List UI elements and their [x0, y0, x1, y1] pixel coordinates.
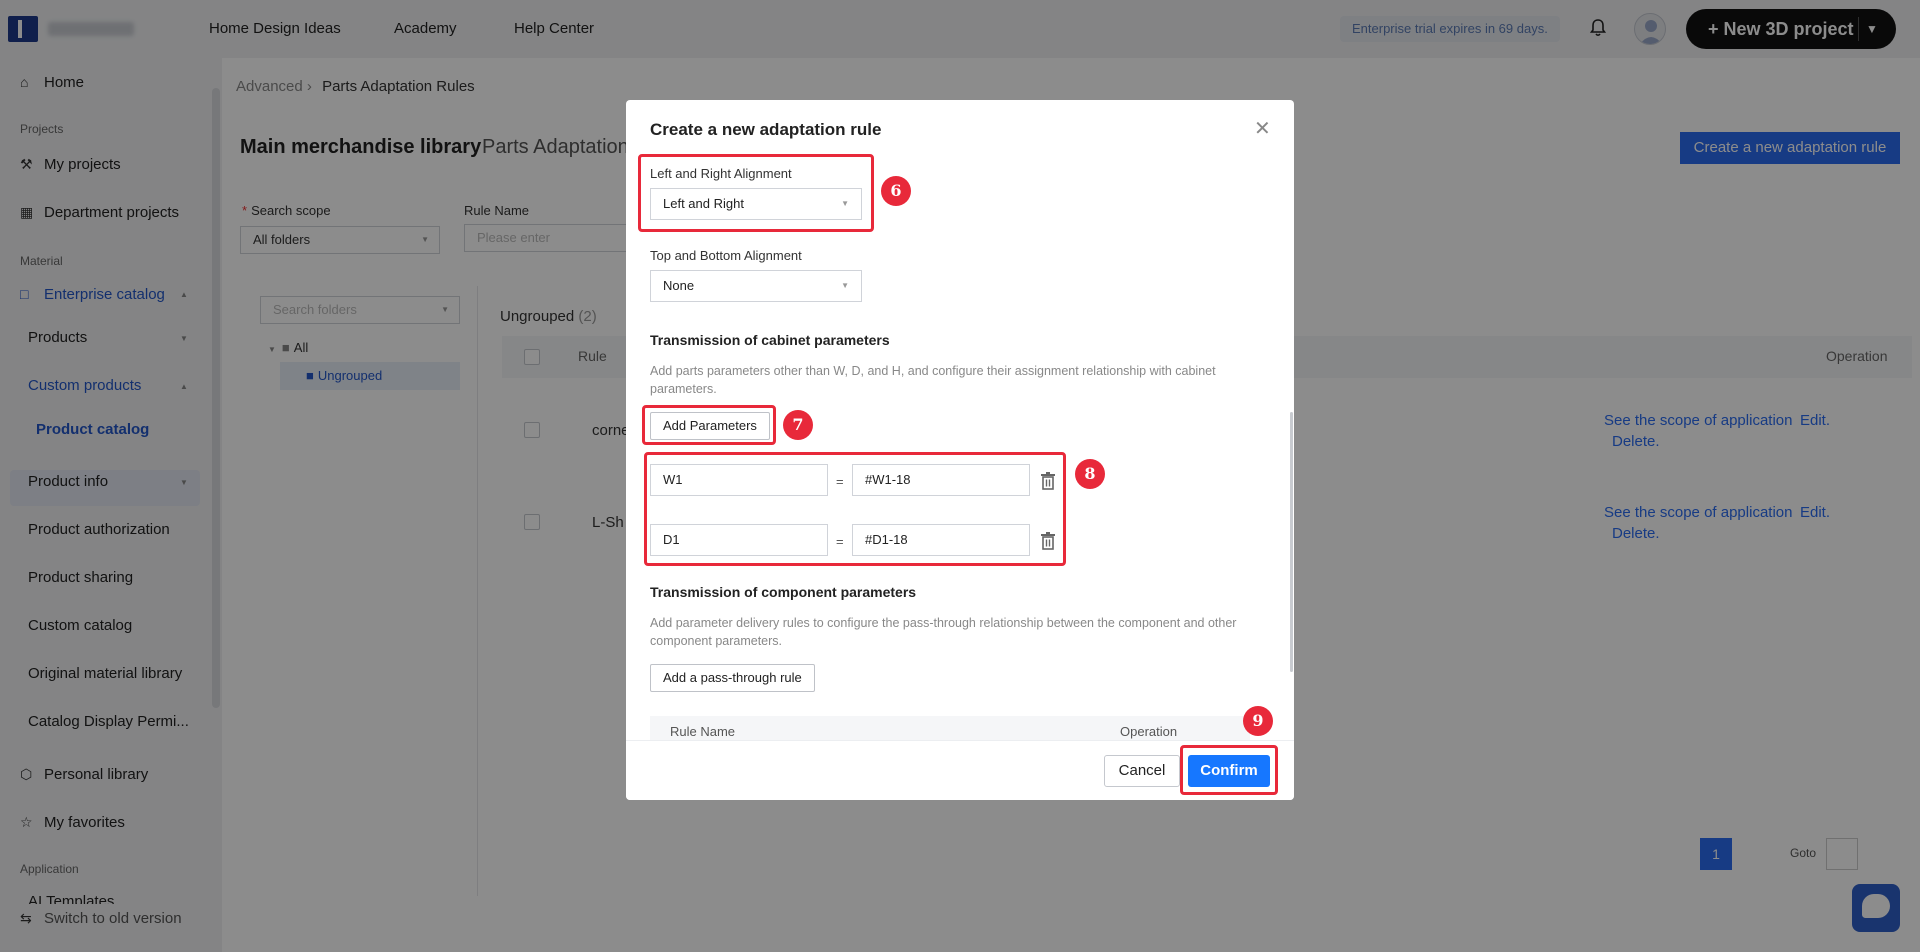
- dialog-title: Create a new adaptation rule: [650, 120, 882, 139]
- tb-alignment-value: None: [663, 278, 695, 293]
- column-rule-name: Rule Name: [670, 724, 736, 739]
- chevron-down-icon: ▼: [841, 281, 849, 290]
- column-operation: Operation: [1120, 724, 1178, 739]
- step-badge-7: 7: [783, 410, 813, 440]
- tb-alignment-select[interactable]: None ▼: [650, 270, 862, 302]
- cabinet-params-description: Add parts parameters other than W, D, an…: [650, 364, 1216, 396]
- add-pass-through-rule-button[interactable]: Add a pass-through rule: [650, 664, 815, 692]
- component-params-heading: Transmission of component parameters: [650, 584, 917, 600]
- step-badge-9: 9: [1243, 706, 1273, 736]
- highlight-box-8: [644, 452, 1066, 566]
- step-badge-6: 6: [881, 176, 911, 206]
- component-params-description: Add parameter delivery rules to configur…: [650, 616, 1237, 648]
- tb-alignment-label: Top and Bottom Alignment: [650, 248, 802, 263]
- highlight-box-7: [642, 405, 776, 445]
- step-badge-8: 8: [1075, 459, 1105, 489]
- highlight-box-6: [638, 154, 874, 232]
- close-icon[interactable]: ✕: [1254, 116, 1271, 141]
- highlight-box-9: [1180, 745, 1278, 795]
- cancel-button[interactable]: Cancel: [1104, 755, 1180, 787]
- dialog-scrollbar[interactable]: [1290, 412, 1293, 672]
- cabinet-params-heading: Transmission of cabinet parameters: [650, 332, 890, 348]
